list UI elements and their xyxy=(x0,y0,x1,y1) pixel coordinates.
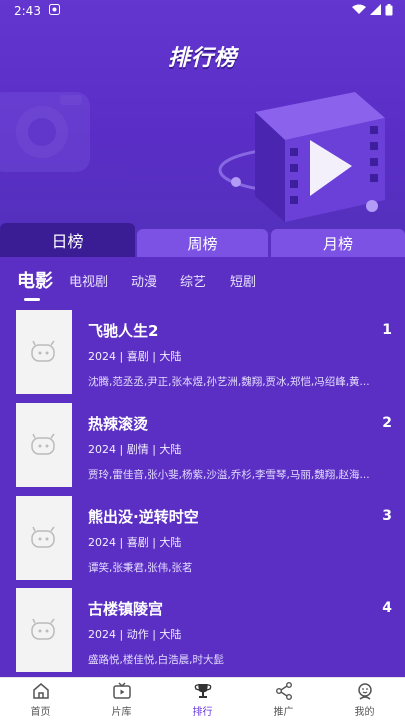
list-item[interactable]: 飞驰人生2 1 2024 | 喜剧 | 大陆 沈腾,范丞丞,尹正,张本煜,孙艺洲… xyxy=(16,310,396,394)
item-rank: 3 xyxy=(382,508,392,524)
share-icon xyxy=(275,681,292,700)
active-category-indicator xyxy=(24,298,40,301)
category-movie[interactable]: 电影 xyxy=(17,267,53,293)
tab-daily[interactable]: 日榜 xyxy=(0,223,135,257)
category-anime[interactable]: 动漫 xyxy=(131,271,157,290)
item-meta: 2024 | 剧情 | 大陆 xyxy=(88,443,182,456)
poster-placeholder xyxy=(16,403,72,487)
item-rank: 1 xyxy=(382,322,392,338)
image-placeholder-icon xyxy=(31,526,55,548)
nav-library[interactable]: 片库 xyxy=(81,678,162,720)
category-tv[interactable]: 电视剧 xyxy=(69,271,108,290)
item-cast: 沈腾,范丞丞,尹正,张本煜,孙艺洲,魏翔,贾冰,郑恺,冯绍峰,黄... xyxy=(88,376,370,388)
signal-icon xyxy=(370,4,381,18)
item-title: 古楼镇陵宫 xyxy=(88,600,164,618)
list-item[interactable]: 热辣滚烫 2 2024 | 剧情 | 大陆 贾玲,雷佳音,张小斐,杨紫,沙溢,乔… xyxy=(16,403,396,487)
item-meta: 2024 | 喜剧 | 大陆 xyxy=(88,536,182,549)
item-meta: 2024 | 动作 | 大陆 xyxy=(88,628,182,641)
item-cast: 谭笑,张秉君,张伟,张茗 xyxy=(88,562,193,574)
nav-ranking[interactable]: 排行 xyxy=(162,678,243,720)
nav-label: 排行 xyxy=(192,706,213,718)
nav-promote[interactable]: 推广 xyxy=(243,678,324,720)
poster-placeholder xyxy=(16,588,72,672)
range-tabs: 日榜 周榜 月榜 xyxy=(0,223,405,257)
item-rank: 2 xyxy=(382,415,392,431)
tab-monthly[interactable]: 月榜 xyxy=(271,229,405,257)
item-rank: 4 xyxy=(382,600,392,616)
page-title: 排行榜 xyxy=(167,46,237,71)
item-title: 热辣滚烫 xyxy=(88,415,149,433)
list-item[interactable]: 古楼镇陵宫 4 2024 | 动作 | 大陆 盛路悦,楼佳悦,白浩晨,时大髭 xyxy=(16,588,396,672)
home-icon xyxy=(32,682,49,699)
image-placeholder-icon xyxy=(31,433,55,455)
ranking-panel: 电影 电视剧 动漫 综艺 短剧 飞驰人生2 1 2024 | 喜剧 | 大陆 沈… xyxy=(0,257,405,677)
wifi-icon xyxy=(352,4,366,18)
item-meta: 2024 | 喜剧 | 大陆 xyxy=(88,350,182,363)
poster-placeholder xyxy=(16,496,72,580)
category-short[interactable]: 短剧 xyxy=(230,271,256,290)
item-cast: 盛路悦,楼佳悦,白浩晨,时大髭 xyxy=(88,654,225,666)
tv-icon xyxy=(112,681,131,699)
item-cast: 贾玲,雷佳音,张小斐,杨紫,沙溢,乔杉,李雪琴,马丽,魏翔,赵海... xyxy=(88,469,370,481)
nav-home[interactable]: 首页 xyxy=(0,678,81,720)
nav-label: 我的 xyxy=(354,706,375,718)
profile-icon xyxy=(357,682,372,700)
list-item[interactable]: 熊出没·逆转时空 3 2024 | 喜剧 | 大陆 谭笑,张秉君,张伟,张茗 xyxy=(16,496,396,580)
tab-weekly[interactable]: 周榜 xyxy=(137,229,268,257)
nav-label: 片库 xyxy=(111,706,132,718)
item-title: 飞驰人生2 xyxy=(88,322,159,340)
category-variety[interactable]: 综艺 xyxy=(180,271,206,290)
bottom-nav: 首页 片库 排行 推广 我的 xyxy=(0,677,405,720)
notification-icon xyxy=(48,4,60,18)
image-placeholder-icon xyxy=(31,618,55,640)
hero-illustration xyxy=(0,92,385,222)
trophy-icon xyxy=(194,683,211,698)
status-time: 2:43 xyxy=(14,4,41,18)
nav-label: 首页 xyxy=(30,706,51,718)
battery-icon xyxy=(385,3,393,19)
category-tabs: 电影 电视剧 动漫 综艺 短剧 xyxy=(0,263,405,301)
item-title: 熊出没·逆转时空 xyxy=(88,508,199,526)
hero-banner: 排行榜 xyxy=(0,0,405,232)
nav-label: 推广 xyxy=(273,706,294,718)
poster-placeholder xyxy=(16,310,72,394)
image-placeholder-icon xyxy=(31,340,55,362)
status-bar: 2:43 xyxy=(0,0,405,22)
nav-profile[interactable]: 我的 xyxy=(324,678,405,720)
